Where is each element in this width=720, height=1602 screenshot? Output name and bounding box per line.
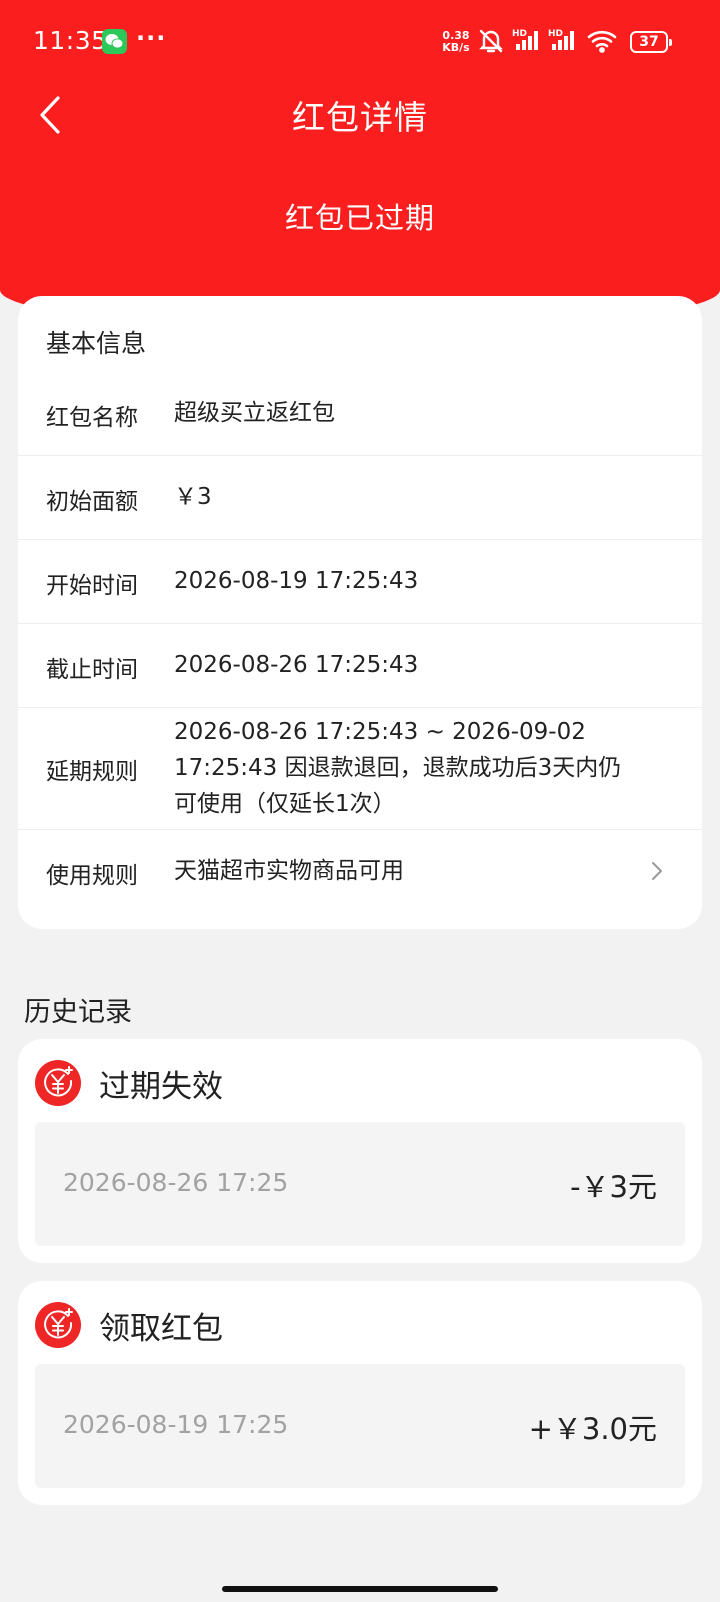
status-bar: 11:35 ··· 0.38 KB/s HD HD 37 [0,0,720,86]
history-record-date: 2026-08-26 17:25 [63,1168,289,1197]
history-record-card: 过期失效 2026-08-26 17:25 -￥3元 [18,1039,702,1263]
history-section-title: 历史记录 [24,997,132,1028]
info-row-start-time: 开始时间 2026-08-19 17:25:43 [18,540,702,624]
battery-icon: 37 [630,31,672,53]
info-row-value: 2026-08-19 17:25:43 [174,568,419,594]
info-row-amount: 初始面额 ￥3 [18,456,702,540]
signal-hd-label-1: HD [512,29,527,39]
info-row-label: 使用规则 [46,863,138,889]
history-record-card: 领取红包 2026-08-19 17:25 +￥3.0元 [18,1281,702,1505]
redpacket-status: 红包已过期 [284,201,435,235]
home-indicator[interactable] [222,1586,498,1592]
chevron-right-icon [652,862,662,880]
history-record-detail: 2026-08-26 17:25 -￥3元 [35,1122,685,1246]
history-record-date: 2026-08-19 17:25 [63,1410,289,1439]
info-row-usage-rule[interactable]: 使用规则 天猫超市实物商品可用 [18,830,702,914]
red-packet-coin-icon [35,1060,81,1106]
info-row-label: 红包名称 [46,405,138,431]
network-speed: 0.38 KB/s [438,30,474,54]
info-row-value: 超级买立返红包 [174,400,335,426]
cellular-signal-1-icon: HD [512,28,544,56]
wechat-notification-icon [102,29,127,54]
history-record-detail: 2026-08-19 17:25 +￥3.0元 [35,1364,685,1488]
info-row-label: 延期规则 [46,759,138,785]
info-row-label: 初始面额 [46,489,138,515]
cellular-signal-2-icon: HD [548,28,580,56]
info-row-label: 截止时间 [46,657,138,683]
info-row-value: 天猫超市实物商品可用 [174,858,404,884]
info-row-end-time: 截止时间 2026-08-26 17:25:43 [18,624,702,708]
history-record-title: 过期失效 [99,1069,223,1105]
signal-hd-label-2: HD [548,29,563,39]
history-record-amount: -￥3元 [570,1170,657,1204]
mute-bell-icon [478,28,504,58]
history-record-title: 领取红包 [99,1311,223,1347]
wifi-icon [587,29,619,57]
more-notifications-icon: ··· [136,24,167,52]
info-row-label: 开始时间 [46,573,138,599]
info-row-extension-rule: 延期规则 2026-08-26 17:25:43 ~ 2026-09-02 17… [18,708,702,830]
network-speed-unit: KB/s [442,41,470,54]
page-title: 红包详情 [292,98,428,137]
red-packet-coin-icon [35,1302,81,1348]
info-row-value: 2026-08-26 17:25:43 ~ 2026-09-02 17:25:4… [174,719,622,817]
info-row-value: ￥3 [174,484,212,510]
info-row-name: 红包名称 超级买立返红包 [18,372,702,456]
history-record-amount: +￥3.0元 [528,1412,657,1446]
gesture-bar-area [0,1568,720,1602]
status-time: 11:35 [33,26,108,55]
basic-info-card: 基本信息 红包名称 超级买立返红包 初始面额 ￥3 开始时间 2026-08-1… [18,296,702,929]
info-row-value: 2026-08-26 17:25:43 [174,652,419,678]
basic-info-heading: 基本信息 [46,329,147,358]
